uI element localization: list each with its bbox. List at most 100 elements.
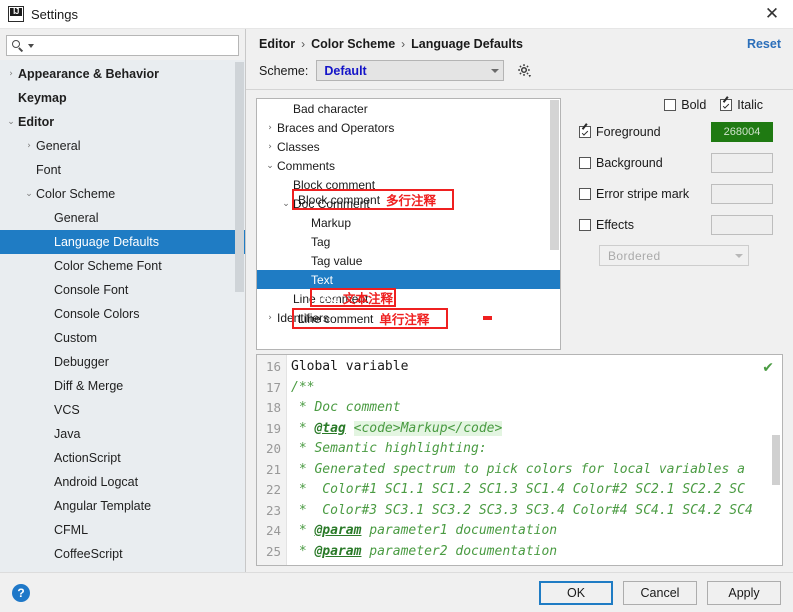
effects-type-dropdown[interactable]: Bordered <box>599 245 749 266</box>
sidebar-item-general[interactable]: ›General <box>0 134 245 158</box>
foreground-color-swatch[interactable]: 268004 <box>711 122 773 142</box>
scheme-dropdown[interactable]: Default <box>316 60 504 81</box>
preview-code-area[interactable]: Global variable/** * Doc comment * @tag … <box>287 355 782 565</box>
ok-button[interactable]: OK <box>539 581 613 605</box>
chevron-down-icon[interactable]: ⌄ <box>279 199 293 209</box>
error-stripe-mark-checkbox[interactable] <box>579 188 591 200</box>
code-span-plain: Global variable <box>291 359 408 374</box>
attribute-node-classes[interactable]: ›Classes <box>257 137 560 156</box>
line-number: 23 <box>257 501 286 522</box>
sidebar-item-angular-template[interactable]: Angular Template <box>0 494 245 518</box>
attribute-node-doc-comment[interactable]: ⌄Doc Comment <box>257 194 560 213</box>
background-color-swatch[interactable] <box>711 153 773 173</box>
code-span-comment: * <box>291 421 314 436</box>
option-row-background: Background <box>579 152 783 174</box>
chevron-down-icon[interactable]: ⌄ <box>22 190 36 199</box>
sidebar-item-label: Font <box>36 163 61 177</box>
sidebar-item-java[interactable]: Java <box>0 422 245 446</box>
error-stripe-mark-color-swatch[interactable] <box>711 184 773 204</box>
attribute-node-tag[interactable]: Tag <box>257 232 560 251</box>
italic-checkbox[interactable] <box>720 99 732 111</box>
inspection-ok-checkmark-icon[interactable]: ✔ <box>762 360 774 376</box>
apply-button[interactable]: Apply <box>707 581 781 605</box>
code-span-comment: * <box>291 544 314 559</box>
effects-checkbox-item[interactable]: Effects <box>579 218 711 232</box>
cancel-button[interactable]: Cancel <box>623 581 697 605</box>
attribute-node-block-comment[interactable]: Block comment <box>257 175 560 194</box>
reset-link[interactable]: Reset <box>747 37 781 51</box>
breadcrumb: Editor›Color Scheme›Language Defaults Re… <box>246 29 793 55</box>
background-checkbox[interactable] <box>579 157 591 169</box>
sidebar-item-vcs[interactable]: VCS <box>0 398 245 422</box>
sidebar-item-console-font[interactable]: Console Font <box>0 278 245 302</box>
color-attributes-tree[interactable]: ▪▪▪▪ Bad character›Braces and Operators›… <box>256 98 561 350</box>
sidebar-item-appearance-behavior[interactable]: ›Appearance & Behavior <box>0 62 245 86</box>
help-icon[interactable]: ? <box>12 584 30 602</box>
chevron-right-icon[interactable]: › <box>263 123 277 133</box>
sidebar-item-label: ActionScript <box>54 451 121 465</box>
sidebar-item-font[interactable]: Font <box>0 158 245 182</box>
sidebar-item-color-scheme[interactable]: ⌄Color Scheme <box>0 182 245 206</box>
attribute-node-comments[interactable]: ⌄Comments <box>257 156 560 175</box>
attribute-node-line-comment[interactable]: Line comment <box>257 289 560 308</box>
sidebar-item-general[interactable]: General <box>0 206 245 230</box>
chevron-right-icon[interactable]: › <box>263 313 277 323</box>
sidebar-item-android-logcat[interactable]: Android Logcat <box>0 470 245 494</box>
foreground-checkbox-item[interactable]: Foreground <box>579 125 711 139</box>
sidebar-item-debugger[interactable]: Debugger <box>0 350 245 374</box>
bold-checkbox-item[interactable]: Bold <box>664 98 706 112</box>
chevron-right-icon[interactable]: › <box>22 142 36 151</box>
effects-checkbox[interactable] <box>579 219 591 231</box>
preview-scrollbar[interactable] <box>772 435 780 485</box>
attribute-node-label: Comments <box>277 159 335 173</box>
search-box[interactable] <box>6 35 239 56</box>
code-span-comment: parameter1 documentation <box>361 523 557 538</box>
sidebar-item-label: Java <box>54 427 80 441</box>
attribute-options-panel: Bold Italic Foreground268004Background Er… <box>561 98 783 350</box>
sidebar-item-editor[interactable]: ⌄Editor <box>0 110 245 134</box>
chevron-right-icon[interactable]: › <box>4 70 18 79</box>
code-span-comment: * Generated spectrum to pick colors for … <box>291 462 745 477</box>
attribute-node-bad-character[interactable]: Bad character <box>257 99 560 118</box>
breadcrumb-item-editor[interactable]: Editor <box>259 37 295 51</box>
code-span-tag: @tag <box>314 421 345 436</box>
sidebar-item-console-colors[interactable]: Console Colors <box>0 302 245 326</box>
attribute-node-text[interactable]: Text <box>257 270 560 289</box>
option-row-effects: Effects <box>579 214 783 236</box>
search-input[interactable] <box>34 38 234 54</box>
sidebar-item-coffeescript[interactable]: CoffeeScript <box>0 542 245 566</box>
attribute-node-tag-value[interactable]: Tag value <box>257 251 560 270</box>
italic-checkbox-item[interactable]: Italic <box>720 98 763 112</box>
breadcrumb-item-language-defaults[interactable]: Language Defaults <box>411 37 523 51</box>
attribute-node-markup[interactable]: Markup <box>257 213 560 232</box>
breadcrumb-item-color-scheme[interactable]: Color Scheme <box>311 37 395 51</box>
effects-color-swatch[interactable] <box>711 215 773 235</box>
sidebar-item-diff-merge[interactable]: Diff & Merge <box>0 374 245 398</box>
gear-icon[interactable] <box>516 62 534 80</box>
code-line: * Doc comment <box>287 398 782 419</box>
sidebar-item-custom[interactable]: Custom <box>0 326 245 350</box>
sidebar-item-color-scheme-font[interactable]: Color Scheme Font <box>0 254 245 278</box>
attribute-node-identifiers[interactable]: ›Identifiers <box>257 308 560 327</box>
code-span-comment: * <box>291 564 314 565</box>
attribute-node-braces-and-operators[interactable]: ›Braces and Operators <box>257 118 560 137</box>
sidebar-item-language-defaults[interactable]: Language Defaults <box>0 230 245 254</box>
attribute-option-rows: Foreground268004Background Error stripe m… <box>579 121 783 236</box>
sidebar-scrollbar[interactable] <box>235 62 244 292</box>
attribute-node-label: Bad character <box>293 102 368 116</box>
chevron-down-icon[interactable]: ⌄ <box>4 118 18 127</box>
close-icon[interactable]: ✕ <box>757 1 787 27</box>
foreground-checkbox[interactable] <box>579 126 591 138</box>
code-span-comment: * Color#3 SC3.1 SC3.2 SC3.3 SC3.4 Color#… <box>291 503 753 518</box>
bold-checkbox[interactable] <box>664 99 676 111</box>
sidebar-item-keymap[interactable]: Keymap <box>0 86 245 110</box>
chevron-down-icon[interactable]: ⌄ <box>263 161 277 171</box>
sidebar-item-label: Appearance & Behavior <box>18 67 159 81</box>
background-checkbox-item[interactable]: Background <box>579 156 711 170</box>
sidebar-item-actionscript[interactable]: ActionScript <box>0 446 245 470</box>
error-stripe-mark-checkbox-item[interactable]: Error stripe mark <box>579 187 711 201</box>
sidebar-item-cfml[interactable]: CFML <box>0 518 245 542</box>
chevron-right-icon[interactable]: › <box>263 142 277 152</box>
attributes-area: ▪▪▪▪ Bad character›Braces and Operators›… <box>246 90 793 350</box>
code-preview[interactable]: ▪▪▪▪ 161718192021222324252627 Global var… <box>256 354 783 566</box>
